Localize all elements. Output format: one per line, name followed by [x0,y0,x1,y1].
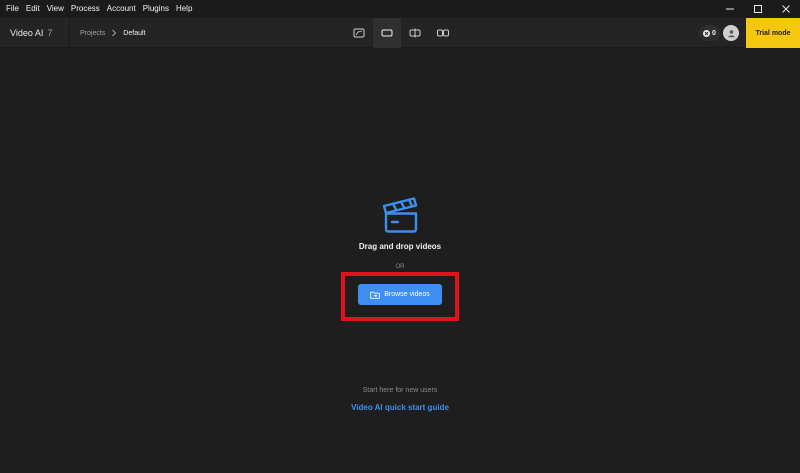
full-view-icon [381,29,393,37]
toolbar-divider [69,18,70,48]
browse-videos-button[interactable]: Browse videos [358,284,442,305]
quick-start-guide-link-container: Video AI quick start guide [0,403,800,412]
or-separator: OR [395,264,405,270]
minimize-button[interactable] [716,0,744,18]
clapperboard-icon [382,197,418,233]
app-version: 7 [47,28,53,38]
browse-videos-label: Browse videos [384,291,430,298]
user-icon [727,29,735,37]
menu-view[interactable]: View [47,0,64,18]
split-view-icon [409,28,421,38]
breadcrumb-projects[interactable]: Projects [80,30,105,37]
credits-badge[interactable]: 0 [699,25,720,41]
credits-icon [703,29,711,37]
credits-count: 0 [712,29,716,37]
view-mode-switcher [345,18,457,48]
folder-icon [370,291,380,299]
menu-account[interactable]: Account [107,0,136,18]
view-mode-single-preview[interactable] [345,18,373,48]
close-button[interactable] [772,0,800,18]
view-mode-split[interactable] [401,18,429,48]
toolbar: Video AI 7 Projects Default 0 [0,18,800,48]
maximize-button[interactable] [744,0,772,18]
breadcrumb: Projects Default [80,18,145,48]
quick-start-guide-link[interactable]: Video AI quick start guide [351,403,449,412]
menu-file[interactable]: File [6,0,19,18]
breadcrumb-current: Default [123,29,146,37]
menu-plugins[interactable]: Plugins [143,0,169,18]
menu-edit[interactable]: Edit [26,0,40,18]
minimize-icon [726,8,734,10]
view-mode-side-by-side[interactable] [429,18,457,48]
single-preview-icon [353,28,365,38]
trial-mode-button[interactable]: Trial mode [746,18,800,48]
menu-process[interactable]: Process [71,0,100,18]
menu-bar: File Edit View Process Account Plugins H… [0,0,800,18]
user-avatar[interactable] [723,25,739,41]
close-icon [782,5,790,13]
chevron-right-icon [111,29,117,37]
menu-help[interactable]: Help [176,0,192,18]
app-title: Video AI 7 [10,18,52,48]
drag-drop-text: Drag and drop videos [358,242,442,251]
side-by-side-icon [437,29,449,37]
maximize-icon [754,5,762,13]
menu: File Edit View Process Account Plugins H… [0,0,199,18]
app-name: Video AI [10,28,44,38]
start-here-text: Start here for new users [362,387,438,394]
window-controls [716,0,800,18]
view-mode-full[interactable] [373,18,401,48]
